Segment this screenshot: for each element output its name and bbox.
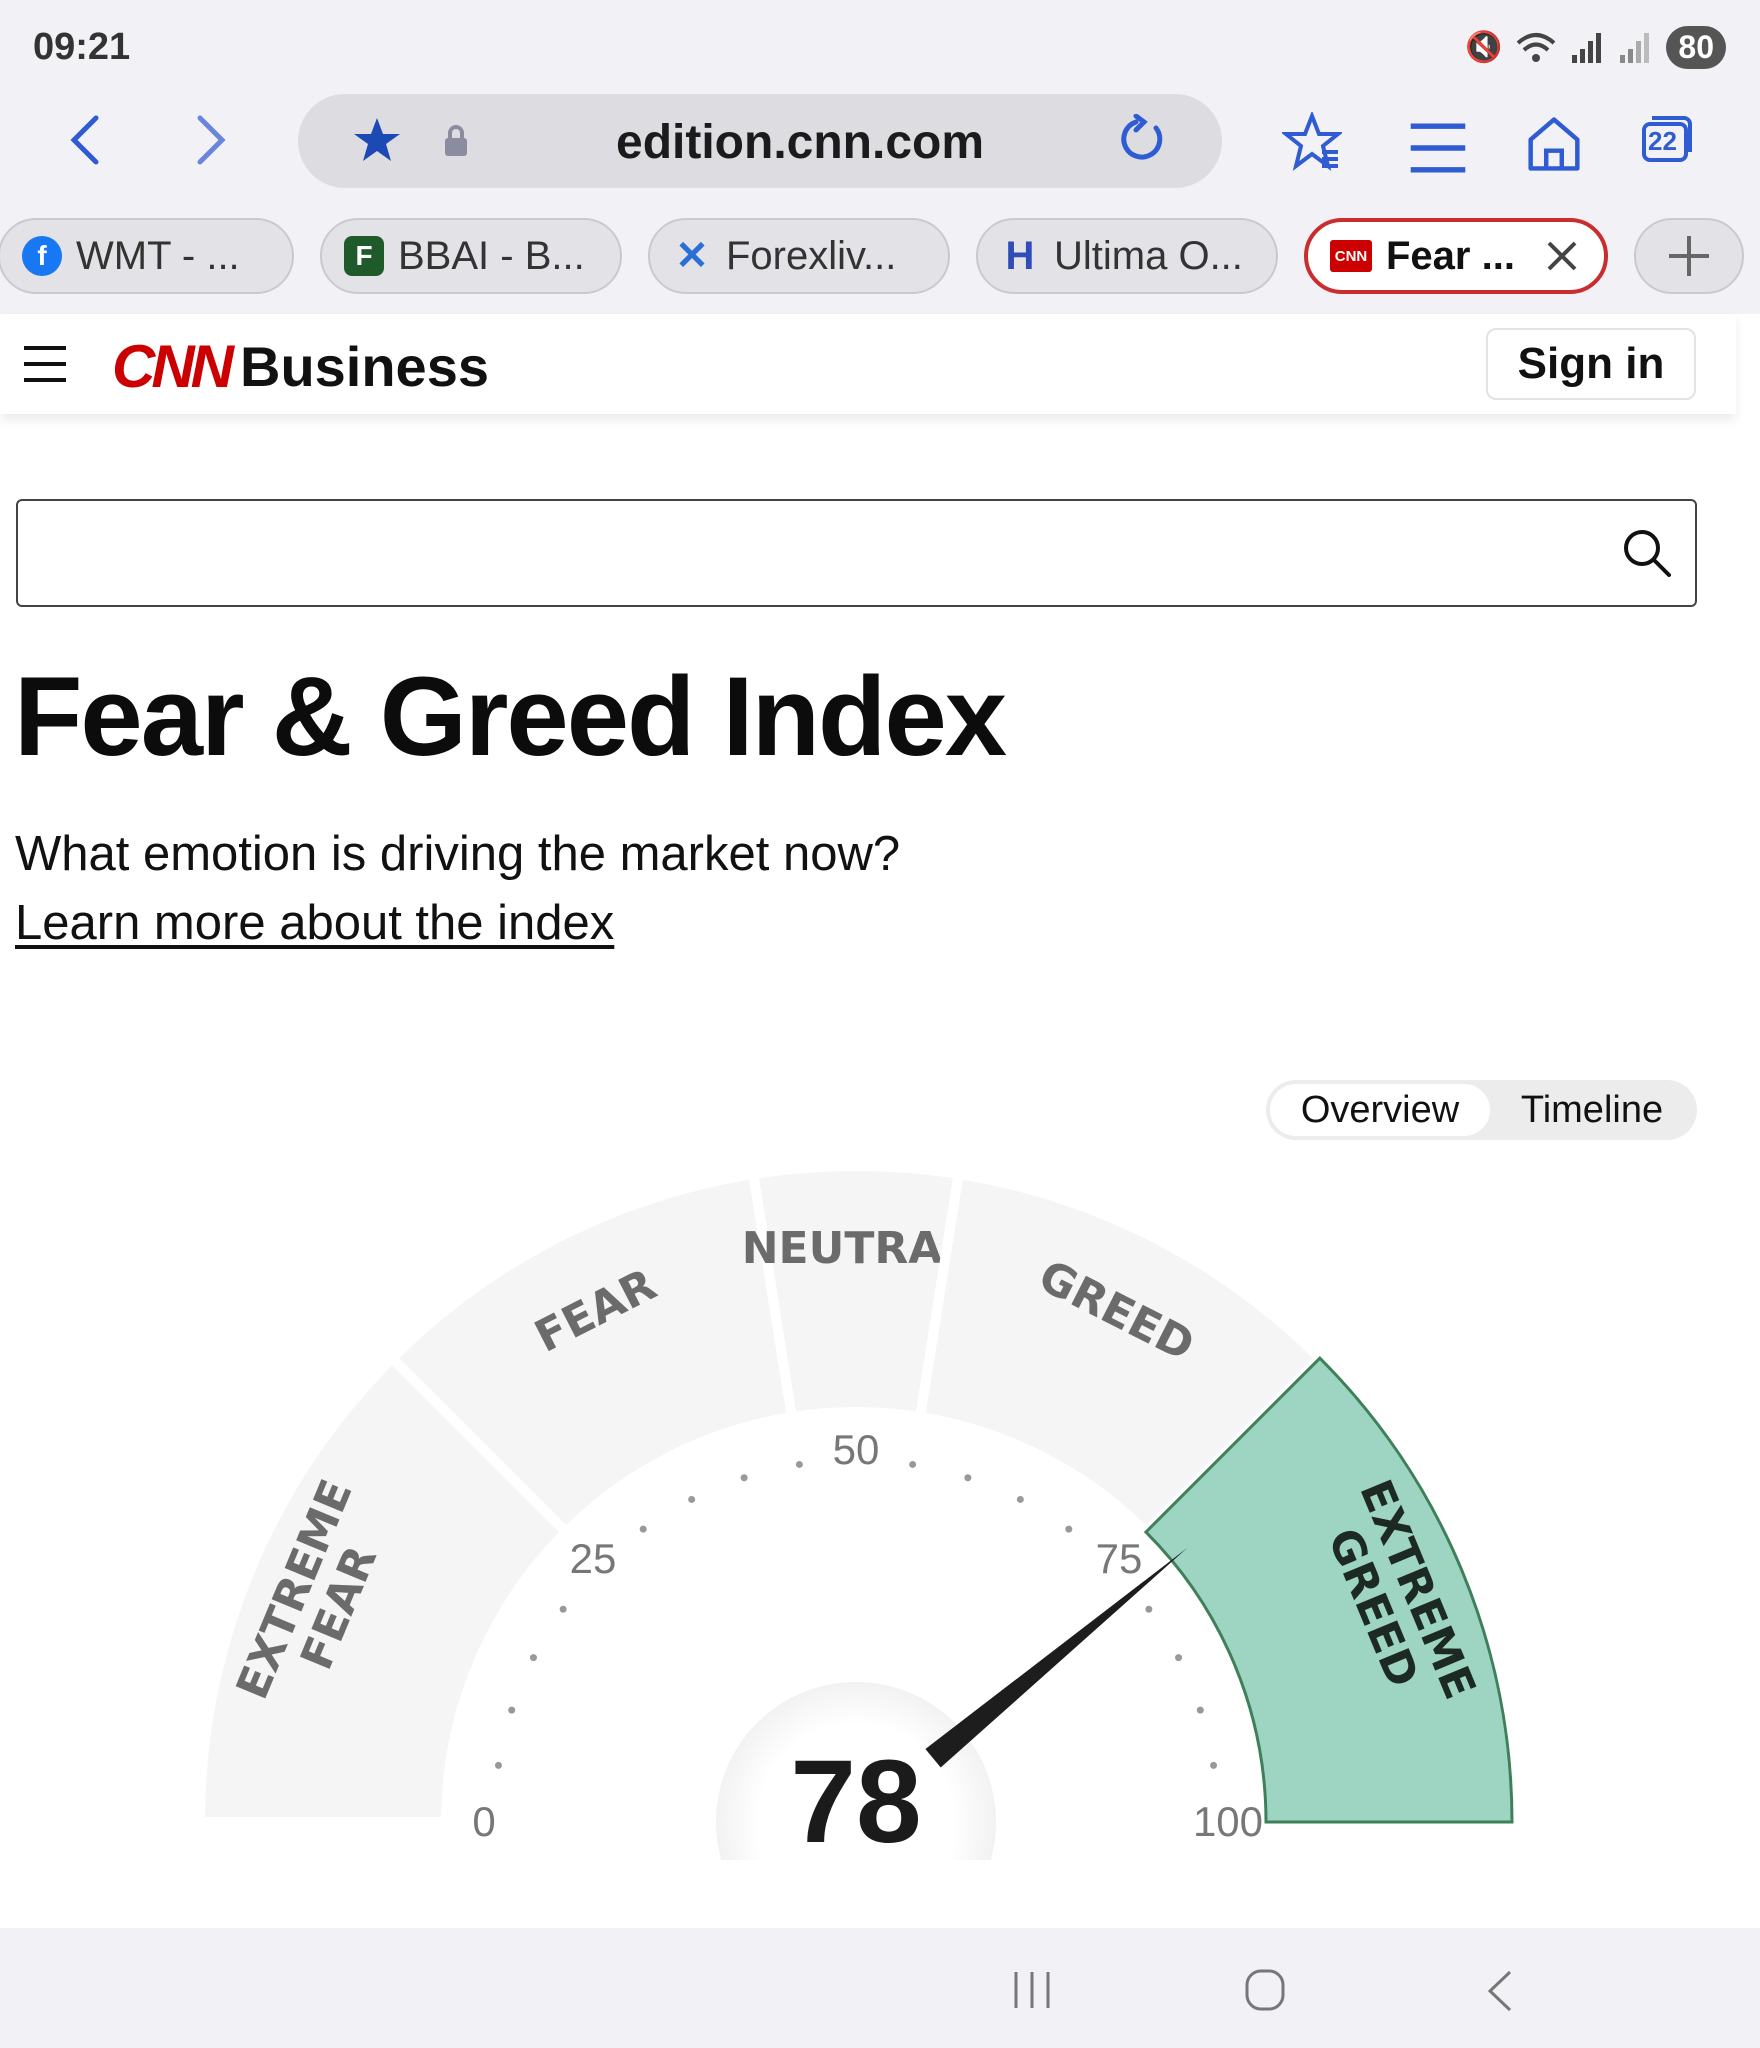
learn-more-link[interactable]: Learn more about the index <box>15 895 614 951</box>
forexlive-favicon-icon: ✕ <box>675 234 709 278</box>
ultima-favicon-icon: H <box>1005 233 1035 278</box>
tab-wmt[interactable]: f WMT - ... <box>0 218 294 294</box>
gauge-value: 78 <box>790 1736 921 1860</box>
add-bookmark-icon[interactable] <box>1282 112 1342 172</box>
gauge-tick-dot <box>529 1654 537 1662</box>
gauge-tick-dot <box>1175 1654 1183 1662</box>
tab-ultima[interactable]: H Ultima O... <box>976 218 1278 294</box>
site-header: CNN Business Sign in <box>0 314 1736 414</box>
gauge-tick-dot <box>1145 1605 1153 1613</box>
gauge-tick-dot <box>1210 1761 1218 1769</box>
finviz-favicon-icon: F <box>344 236 384 276</box>
fear-greed-gauge: EXTREMEFEARFEARNEUTRALGREEDEXTREMEGREED0… <box>194 1161 1514 1860</box>
view-toggle: Overview Timeline <box>1266 1080 1697 1140</box>
back-nav-icon[interactable] <box>1484 1968 1514 2014</box>
tabs-count: 22 <box>1648 126 1677 156</box>
gauge-tick-dot <box>964 1474 972 1482</box>
cnn-favicon-icon: CNN <box>1330 240 1372 272</box>
gauge-tick-dot <box>740 1474 748 1482</box>
battery-indicator: 80 <box>1666 26 1726 69</box>
hamburger-menu-icon[interactable] <box>22 344 68 384</box>
tab-forexlive[interactable]: ✕ Forexliv... <box>648 218 950 294</box>
status-time: 09:21 <box>33 26 131 68</box>
new-tab-button[interactable] <box>1634 218 1744 294</box>
search-input[interactable] <box>16 499 1697 607</box>
gauge-tick-dot <box>639 1525 647 1533</box>
tab-label: WMT - ... <box>76 233 240 278</box>
page-title: Fear & Greed Index <box>14 654 1007 779</box>
gauge-segment-label: NEUTRAL <box>742 1223 971 1274</box>
gauge-tick-dot <box>688 1495 696 1503</box>
gauge-tick-dot <box>1065 1525 1073 1533</box>
gauge-tick-dot <box>1196 1706 1204 1714</box>
url-text: edition.cnn.com <box>616 116 985 169</box>
gauge-tick-label: 25 <box>570 1535 617 1582</box>
bookmark-star-icon[interactable] <box>352 116 402 164</box>
lock-icon <box>445 125 467 156</box>
gauge-tick-label: 50 <box>833 1426 880 1473</box>
tab-label: BBAI - B... <box>398 233 585 278</box>
page-subtitle: What emotion is driving the market now? <box>15 827 901 881</box>
search-icon[interactable] <box>1621 527 1673 579</box>
tab-label: Ultima O... <box>1054 233 1243 278</box>
home-icon[interactable] <box>1524 114 1584 174</box>
status-icons: 🔇 80 <box>1465 26 1726 69</box>
section-name[interactable]: Business <box>240 334 489 399</box>
address-bar[interactable]: edition.cnn.com <box>298 94 1222 188</box>
back-icon[interactable] <box>66 112 106 168</box>
tabs-counter-button[interactable]: 22 <box>1640 114 1694 164</box>
toggle-overview[interactable]: Overview <box>1270 1084 1490 1136</box>
tab-label: Fear ... <box>1386 233 1515 278</box>
tab-label: Forexliv... <box>726 233 897 278</box>
reload-icon[interactable] <box>1116 114 1168 166</box>
facebook-favicon-icon: f <box>22 236 62 276</box>
gauge-tick-dot <box>795 1460 803 1468</box>
sign-in-button[interactable]: Sign in <box>1486 328 1696 400</box>
menu-lines-icon[interactable] <box>1408 118 1468 178</box>
plus-icon <box>1669 236 1709 276</box>
mute-icon: 🔇 <box>1465 31 1503 64</box>
tab-strip: f WMT - ... F BBAI - B... ✕ Forexliv... … <box>0 210 1760 314</box>
wifi-icon <box>1517 32 1556 62</box>
gauge-tick-label: 75 <box>1096 1535 1143 1582</box>
gauge-needle <box>925 1547 1188 1768</box>
browser-toolbar: edition.cnn.com 22 <box>0 90 1760 210</box>
forward-icon[interactable] <box>190 112 230 168</box>
cnn-logo[interactable]: CNN <box>112 332 234 401</box>
gauge-tick-dot <box>494 1761 502 1769</box>
toggle-timeline[interactable]: Timeline <box>1492 1084 1692 1136</box>
signal-icon-2 <box>1620 32 1650 63</box>
recent-apps-icon[interactable] <box>1010 1970 1054 2010</box>
gauge-tick-dot <box>909 1460 917 1468</box>
system-nav-bar <box>0 1928 1760 2048</box>
tab-bbai[interactable]: F BBAI - B... <box>320 218 622 294</box>
home-nav-icon[interactable] <box>1244 1968 1286 2012</box>
close-tab-icon[interactable] <box>1545 239 1579 273</box>
signal-icon <box>1572 32 1602 63</box>
gauge-tick-dot <box>559 1605 567 1613</box>
gauge-tick-label: 100 <box>1193 1798 1263 1845</box>
tab-fear-greed[interactable]: CNN Fear ... <box>1304 218 1608 294</box>
gauge-tick-label: 0 <box>472 1798 495 1845</box>
gauge-tick-dot <box>508 1706 516 1714</box>
status-bar: 09:21 🔇 80 <box>0 0 1760 90</box>
gauge-tick-dot <box>1016 1495 1024 1503</box>
